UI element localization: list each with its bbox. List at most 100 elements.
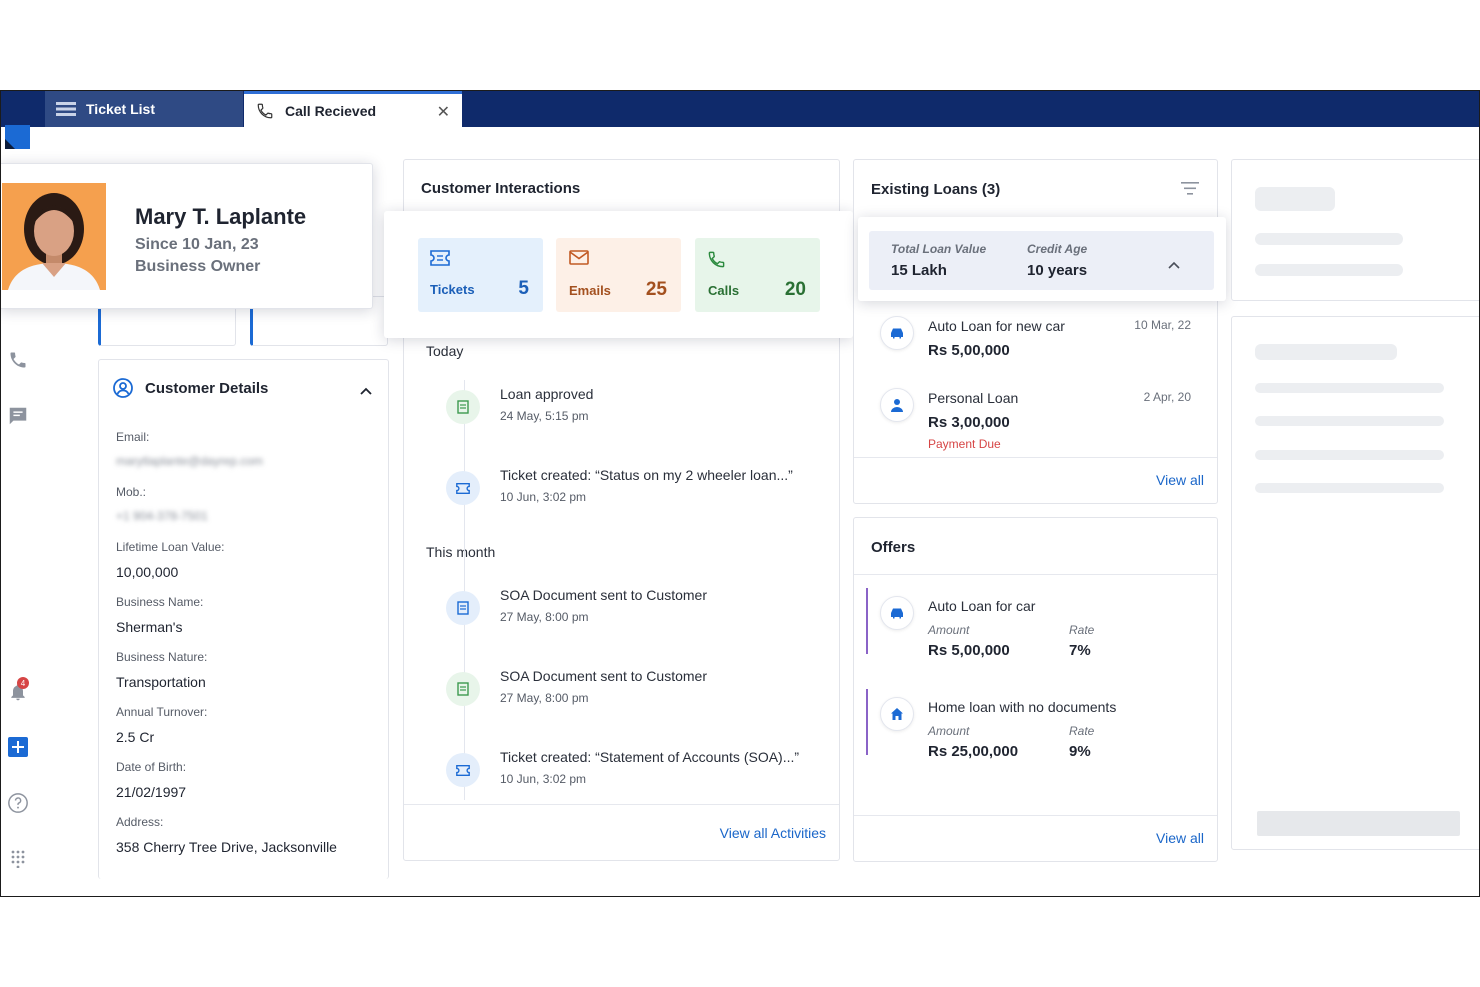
loan-amount: Rs 3,00,000 (928, 414, 1010, 431)
filter-icon[interactable] (1181, 182, 1199, 200)
loan-summary-panel[interactable]: Total Loan Value 15 Lakh Credit Age 10 y… (869, 231, 1214, 290)
skeleton-block (1255, 187, 1335, 211)
group-heading-today: Today (426, 343, 464, 359)
add-icon[interactable] (7, 736, 29, 758)
loans-view-all-link[interactable]: View all (1156, 472, 1204, 488)
timeline-item-title[interactable]: SOA Document sent to Customer (500, 668, 707, 684)
offers-card: Offers Auto Loan for car Amount Rs 5,00,00… (853, 517, 1218, 862)
dialpad-icon[interactable] (7, 848, 29, 870)
offer-amount-label: Amount (928, 623, 970, 637)
customer-since: Since 10 Jan, 23 (135, 236, 259, 253)
phone-icon (707, 250, 726, 274)
divider (854, 815, 1217, 816)
profile-card: Mary T. Laplante Since 10 Jan, 23 Busine… (1, 163, 373, 309)
field-label-lifetime-loan-value: Lifetime Loan Value: (116, 540, 225, 554)
app-window: Ticket List Call Recieved ✕ 4 Mary T. La… (0, 90, 1480, 897)
timeline-item-time: 10 Jun, 3:02 pm (500, 772, 587, 786)
field-value-address: 358 Cherry Tree Drive, Jacksonville (116, 839, 337, 855)
loan-date: 10 Mar, 22 (1134, 318, 1191, 332)
divider (854, 574, 1217, 575)
offer-name[interactable]: Home loan with no documents (928, 699, 1116, 715)
brand-logo (5, 125, 30, 149)
field-label-email: Email: (116, 430, 150, 444)
list-icon (55, 99, 77, 119)
loan-name[interactable]: Auto Loan for new car (928, 318, 1065, 334)
skeleton-card (1231, 159, 1479, 301)
document-icon (446, 390, 480, 424)
customer-details-title: Customer Details (145, 379, 269, 397)
credit-age-value: 10 years (1027, 262, 1088, 279)
loan-amount: Rs 5,00,000 (928, 342, 1010, 359)
avatar (2, 183, 106, 290)
chevron-up-icon[interactable] (1168, 256, 1180, 274)
field-label-date-of-birth: Date of Birth: (116, 760, 187, 774)
stat-emails[interactable]: Emails 25 (556, 238, 681, 312)
skeleton-line (1255, 450, 1444, 460)
skeleton-line (1255, 383, 1444, 393)
user-circle-icon (113, 378, 133, 398)
offer-name[interactable]: Auto Loan for car (928, 598, 1035, 614)
loan-summary-popover: Total Loan Value 15 Lakh Credit Age 10 y… (858, 217, 1226, 301)
car-icon (880, 596, 914, 630)
field-label-business-name: Business Name: (116, 595, 204, 609)
chat-icon[interactable] (7, 405, 29, 427)
stat-calls[interactable]: Calls 20 (695, 238, 820, 312)
tab-ticket-list[interactable]: Ticket List (45, 91, 243, 127)
divider (404, 804, 839, 805)
person-icon (880, 388, 914, 422)
timeline-item-time: 24 May, 5:15 pm (500, 409, 589, 423)
ticket-icon (446, 753, 480, 787)
timeline-item-time: 27 May, 8:00 pm (500, 610, 589, 624)
skeleton-line (1255, 416, 1444, 426)
offer-rate: 7% (1069, 642, 1091, 659)
field-value-date-of-birth: 21/02/1997 (116, 784, 187, 800)
offer-amount: Rs 25,00,000 (928, 743, 1019, 760)
tab-call-received[interactable]: Call Recieved ✕ (244, 91, 462, 127)
skeleton-line (1255, 264, 1403, 276)
field-label-annual-turnover: Annual Turnover: (116, 705, 208, 719)
field-value-business-name: Sherman's (116, 619, 183, 635)
field-label-address: Address: (116, 815, 164, 829)
field-value-annual-turnover: 2.5 Cr (116, 729, 155, 745)
document-icon (446, 672, 480, 706)
offer-rate: 9% (1069, 743, 1091, 760)
skeleton-line (1255, 233, 1403, 245)
help-icon[interactable] (7, 792, 29, 814)
timeline-item-title[interactable]: Ticket created: “Statement of Accounts (… (500, 749, 799, 765)
timeline-item-time: 27 May, 8:00 pm (500, 691, 589, 705)
timeline-item-title[interactable]: Ticket created: “Status on my 2 wheeler … (500, 467, 793, 483)
stat-calls-count: 20 (784, 279, 806, 300)
field-label-mob: Mob.: (116, 485, 147, 499)
field-value-mob: +1 904-378-7501 (116, 509, 208, 523)
existing-loans-title: Existing Loans (3) (871, 181, 1001, 198)
field-value-business-nature: Transportation (116, 674, 206, 690)
view-all-activities-link[interactable]: View all Activities (720, 825, 826, 841)
close-icon[interactable]: ✕ (437, 102, 450, 122)
stat-tickets-label: Tickets (430, 282, 475, 297)
customer-role: Business Owner (135, 258, 261, 275)
field-value-lifetime-loan-value: 10,00,000 (116, 564, 179, 580)
offer-accent-bar (866, 689, 868, 755)
interaction-stats-popover: Tickets 5 Emails 25 Calls 20 (384, 211, 853, 338)
mail-icon (569, 250, 589, 270)
stat-tickets-count: 5 (518, 278, 529, 299)
timeline-item-title[interactable]: Loan approved (500, 386, 593, 402)
phone-icon[interactable] (7, 349, 29, 371)
top-tab-bar: Ticket List Call Recieved ✕ (1, 91, 1479, 127)
customer-interactions-title: Customer Interactions (421, 180, 581, 197)
field-value-email: marytlaplante@dayrep.com (116, 454, 263, 468)
group-heading-this-month: This month (426, 544, 496, 560)
tab-ticket-list-label: Ticket List (86, 101, 155, 117)
document-icon (446, 591, 480, 625)
notification-badge: 4 (17, 677, 29, 689)
field-label-business-nature: Business Nature: (116, 650, 208, 664)
timeline-item-title[interactable]: SOA Document sent to Customer (500, 587, 707, 603)
stat-tickets[interactable]: Tickets 5 (418, 238, 543, 312)
skeleton-button (1257, 811, 1460, 836)
bell-icon[interactable]: 4 (7, 677, 29, 703)
chevron-up-icon[interactable] (360, 382, 372, 400)
customer-details-header[interactable]: Customer Details (113, 378, 268, 398)
offers-view-all-link[interactable]: View all (1156, 830, 1204, 846)
skeleton-line (1255, 344, 1397, 360)
loan-name[interactable]: Personal Loan (928, 390, 1018, 406)
